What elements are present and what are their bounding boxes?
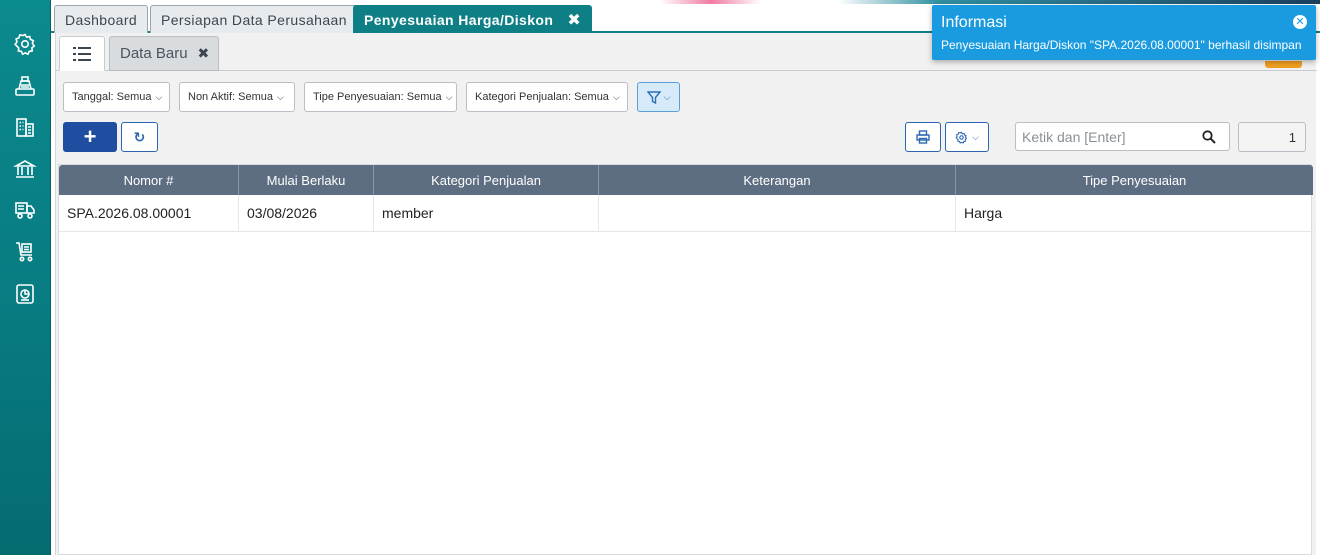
notification-message: Penyesuaian Harga/Diskon "SPA.2026.08.00…	[941, 38, 1302, 52]
column-header-mulai-berlaku[interactable]: Mulai Berlaku	[239, 165, 374, 195]
content-panel: Data Baru ✖ Tanggal: Semua ⌵ Non Aktif: …	[55, 33, 1317, 555]
notification-toast: Informasi Penyesuaian Harga/Diskon "SPA.…	[932, 5, 1316, 60]
column-header-kategori-penjualan[interactable]: Kategori Penjualan	[374, 165, 599, 195]
close-icon[interactable]: ✖	[567, 10, 581, 30]
table-header: Nomor # Mulai Berlaku Kategori Penjualan…	[59, 165, 1313, 195]
tab-persiapan-data-perusahaan[interactable]: Persiapan Data Perusahaan	[150, 5, 358, 33]
close-icon[interactable]: ✕	[1293, 15, 1307, 29]
search-icon[interactable]	[1202, 129, 1216, 144]
chevron-down-icon: ⌵	[155, 91, 163, 102]
cell-keterangan	[599, 195, 956, 231]
report-icon[interactable]	[12, 281, 38, 307]
filter-menu-button[interactable]: ⌵	[637, 82, 680, 112]
cart-icon[interactable]	[12, 239, 38, 265]
search-box	[1015, 122, 1230, 151]
cell-mulai-berlaku: 03/08/2026	[239, 195, 374, 231]
filter-label: Tipe Penyesuaian: Semua	[313, 91, 442, 103]
list-icon	[73, 46, 91, 61]
tab-dashboard[interactable]: Dashboard	[54, 5, 149, 33]
truck-icon[interactable]	[12, 197, 38, 223]
chevron-down-icon: ⌵	[612, 91, 620, 102]
tab-label: Dashboard	[65, 11, 138, 28]
bank-icon[interactable]	[12, 156, 38, 182]
filter-label: Non Aktif: Semua	[188, 91, 273, 103]
cell-tipe-penyesuaian: Harga	[964, 205, 1003, 221]
cash-register-icon[interactable]	[12, 73, 38, 99]
filter-label: Tanggal: Semua	[72, 91, 152, 103]
data-table: Nomor # Mulai Berlaku Kategori Penjualan…	[58, 164, 1313, 555]
print-button[interactable]	[905, 122, 941, 152]
print-icon	[916, 130, 930, 144]
orange-action-button[interactable]	[1265, 61, 1302, 68]
tab-label: Data Baru	[120, 45, 188, 62]
chevron-down-icon: ⌵	[663, 91, 671, 102]
refresh-button[interactable]: ↻	[121, 122, 158, 152]
column-header-nomor[interactable]: Nomor #	[59, 165, 239, 195]
column-header-keterangan[interactable]: Keterangan	[599, 165, 956, 195]
building-icon[interactable]	[12, 114, 38, 140]
column-header-tipe-penyesuaian[interactable]: Tipe Penyesuaian	[956, 165, 1313, 195]
filter-non-aktif[interactable]: Non Aktif: Semua ⌵	[179, 82, 295, 112]
filter-label: Kategori Penjualan: Semua	[475, 91, 609, 103]
tab-data-baru[interactable]: Data Baru ✖	[109, 36, 219, 71]
chevron-down-icon: ⌵	[277, 91, 284, 102]
filter-kategori-penjualan[interactable]: Kategori Penjualan: Semua ⌵	[466, 82, 628, 112]
tab-penyesuaian-harga-diskon[interactable]: Penyesuaian Harga/Diskon ✖	[353, 5, 593, 33]
filter-tanggal[interactable]: Tanggal: Semua ⌵	[63, 82, 170, 112]
cell-nomor: SPA.2026.08.00001	[59, 195, 239, 231]
search-input[interactable]	[1016, 123, 1202, 150]
gear-icon	[955, 131, 968, 144]
tab-label: Penyesuaian Harga/Diskon	[364, 11, 554, 28]
notification-title: Informasi	[941, 14, 1007, 31]
filter-icon	[646, 90, 661, 104]
add-button[interactable]: +	[63, 122, 117, 152]
settings-menu-button[interactable]: ⌵	[945, 122, 989, 152]
filter-tipe-penyesuaian[interactable]: Tipe Penyesuaian: Semua ⌵	[304, 82, 457, 112]
gear-icon[interactable]	[12, 31, 38, 57]
tab-label: Persiapan Data Perusahaan	[161, 11, 347, 28]
page-number[interactable]: 1	[1238, 122, 1306, 152]
sidebar	[0, 0, 51, 555]
chevron-down-icon: ⌵	[972, 131, 979, 142]
tab-list-view[interactable]	[59, 36, 105, 71]
table-row[interactable]: SPA.2026.08.00001 03/08/2026 member Harg…	[59, 195, 1313, 232]
cell-kategori-penjualan: member	[374, 195, 599, 231]
chevron-down-icon: ⌵	[445, 91, 453, 102]
close-icon[interactable]: ✖	[198, 45, 210, 62]
